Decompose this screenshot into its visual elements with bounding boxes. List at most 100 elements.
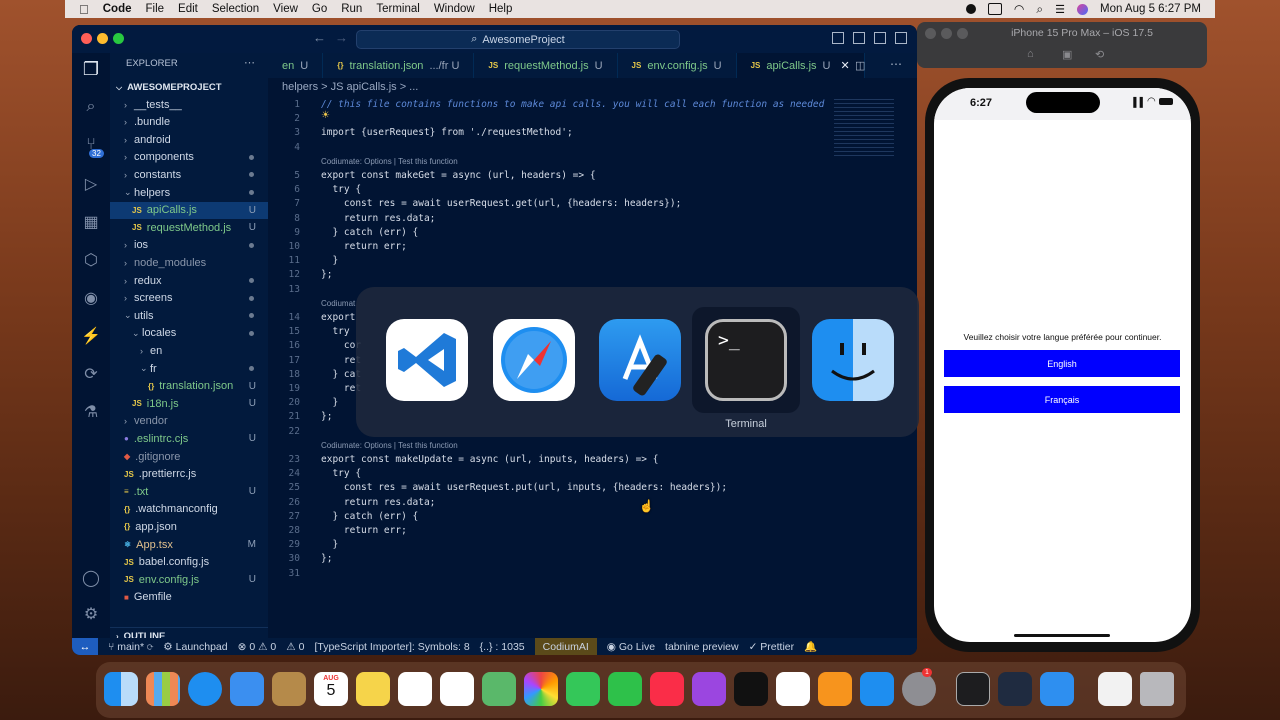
- menu-help[interactable]: Help: [489, 3, 513, 15]
- minimize-window-button[interactable]: [97, 33, 108, 44]
- vscode-icon[interactable]: [386, 319, 468, 401]
- test-icon[interactable]: ⚗: [81, 403, 101, 423]
- menu-view[interactable]: View: [273, 3, 298, 15]
- music-icon[interactable]: [650, 672, 684, 706]
- codelens[interactable]: Codiumat: [321, 299, 355, 308]
- menu-datetime[interactable]: Mon Aug 5 6:27 PM: [1100, 3, 1201, 15]
- more-actions-icon[interactable]: ⋯: [244, 56, 255, 69]
- messages-icon[interactable]: [566, 672, 600, 706]
- notes-icon[interactable]: [356, 672, 390, 706]
- explorer-icon[interactable]: ❐: [81, 59, 101, 79]
- notifications-icon[interactable]: 🔔: [804, 640, 817, 653]
- tree-item[interactable]: › ios: [110, 237, 268, 254]
- launchpad-icon[interactable]: [146, 672, 180, 706]
- menu-edit[interactable]: Edit: [178, 3, 198, 15]
- xcode-icon[interactable]: [1040, 672, 1074, 706]
- menu-window[interactable]: Window: [434, 3, 475, 15]
- toggle-panel-icon[interactable]: [853, 32, 865, 44]
- mail-icon[interactable]: [230, 672, 264, 706]
- maps-icon[interactable]: [482, 672, 516, 706]
- tree-item[interactable]: › components: [110, 149, 268, 166]
- tree-item[interactable]: {} .watchmanconfig: [110, 501, 268, 518]
- tree-item[interactable]: ⚛ App.tsx M: [110, 536, 268, 553]
- francais-button[interactable]: Français: [944, 386, 1180, 413]
- tree-item[interactable]: › vendor: [110, 413, 268, 430]
- lightbulb-icon[interactable]: ☀: [321, 110, 330, 121]
- xcode-icon[interactable]: [599, 319, 681, 401]
- zoom-window-button[interactable]: [957, 28, 968, 39]
- menu-terminal[interactable]: Terminal: [376, 3, 419, 15]
- tree-item[interactable]: ■ Gemfile: [110, 589, 268, 606]
- finder-icon[interactable]: [104, 672, 138, 706]
- toggle-sidebar-icon[interactable]: [832, 32, 844, 44]
- launchpad-status[interactable]: ⚙ Launchpad: [163, 641, 227, 653]
- photos-icon[interactable]: [524, 672, 558, 706]
- branch-status[interactable]: ⑂ main* ⟳: [108, 641, 153, 653]
- menu-file[interactable]: File: [146, 3, 165, 15]
- prettier-status[interactable]: ✓ Prettier: [749, 641, 795, 653]
- customize-layout-icon[interactable]: [895, 32, 907, 44]
- remote-status-icon[interactable]: ↔: [72, 638, 98, 655]
- timeline-icon[interactable]: ⟳: [81, 365, 101, 385]
- tab-env-config-js[interactable]: JS env.config.js U: [618, 53, 737, 78]
- command-center[interactable]: ⌕ AwesomeProject: [356, 30, 680, 49]
- calendar-icon[interactable]: AUG 5: [314, 672, 348, 706]
- document-icon[interactable]: [1098, 672, 1132, 706]
- minimap[interactable]: [834, 99, 894, 159]
- battery-icon[interactable]: [987, 3, 1002, 15]
- close-tab-icon[interactable]: ✕: [841, 59, 850, 72]
- books-icon[interactable]: [818, 672, 852, 706]
- tree-item[interactable]: › constants: [110, 166, 268, 183]
- forward-arrow-icon[interactable]: →: [335, 30, 348, 45]
- terminal-icon[interactable]: >_: [705, 319, 787, 401]
- go-live-status[interactable]: ◉ Go Live: [607, 641, 655, 653]
- apple-icon[interactable]: : [79, 2, 89, 17]
- reminders-icon[interactable]: [440, 672, 474, 706]
- tree-item[interactable]: › screens: [110, 290, 268, 307]
- screenshot-icon[interactable]: ▣: [1062, 48, 1072, 61]
- safari-icon[interactable]: [188, 672, 222, 706]
- tab-translation-json[interactable]: {} translation.json .../fr U: [323, 53, 475, 78]
- tree-item[interactable]: {} app.json: [110, 518, 268, 535]
- project-root[interactable]: ⌵ AWESOMEPROJECT: [110, 79, 268, 96]
- tabnine-status[interactable]: tabnine preview: [665, 641, 739, 653]
- tree-item[interactable]: › __tests__: [110, 96, 268, 113]
- tree-item[interactable]: JS babel.config.js: [110, 554, 268, 571]
- close-window-button[interactable]: [81, 33, 92, 44]
- menu-run[interactable]: Run: [341, 3, 362, 15]
- tree-item[interactable]: › .bundle: [110, 114, 268, 131]
- control-center-icon[interactable]: ☰: [1055, 3, 1065, 16]
- run-debug-icon[interactable]: ▷: [81, 175, 101, 195]
- tree-item[interactable]: ⌄ helpers: [110, 184, 268, 201]
- home-icon[interactable]: ⌂: [1027, 48, 1034, 60]
- terminal-icon[interactable]: [956, 672, 990, 706]
- codelens[interactable]: Codiumate: Options | Test this function: [321, 157, 458, 166]
- facetime-icon[interactable]: [608, 672, 642, 706]
- tree-item[interactable]: › en: [110, 342, 268, 359]
- tree-item[interactable]: JS requestMethod.js U: [110, 219, 268, 236]
- tree-item[interactable]: ● .eslintrc.cjs U: [110, 430, 268, 447]
- english-button[interactable]: English: [944, 350, 1180, 377]
- menu-selection[interactable]: Selection: [212, 3, 259, 15]
- siri-icon[interactable]: [1076, 3, 1088, 15]
- freeform-icon[interactable]: [398, 672, 432, 706]
- tree-item[interactable]: JS .prettierrc.js: [110, 466, 268, 483]
- menu-app-name[interactable]: Code: [103, 3, 132, 15]
- safari-icon[interactable]: [493, 319, 575, 401]
- toggle-secondary-sidebar-icon[interactable]: [874, 32, 886, 44]
- codelens[interactable]: Codiumate: Options | Test this function: [321, 441, 458, 450]
- codium-status[interactable]: CodiumAI: [534, 638, 597, 655]
- news-icon[interactable]: [776, 672, 810, 706]
- tree-item[interactable]: JS i18n.js U: [110, 395, 268, 412]
- podcasts-icon[interactable]: [692, 672, 726, 706]
- tab-en[interactable]: en U: [268, 53, 324, 78]
- back-arrow-icon[interactable]: ←: [313, 30, 326, 45]
- tree-item[interactable]: ⌄ fr: [110, 360, 268, 377]
- tree-item[interactable]: {} translation.json U: [110, 378, 268, 395]
- minimize-window-button[interactable]: [941, 28, 952, 39]
- vscode-icon[interactable]: [998, 672, 1032, 706]
- position-status[interactable]: {..} : 1035: [480, 641, 525, 653]
- more-actions-icon[interactable]: ⋯: [890, 57, 902, 71]
- ports-status[interactable]: ⚠ 0: [286, 641, 304, 653]
- system-settings-icon[interactable]: [902, 672, 936, 706]
